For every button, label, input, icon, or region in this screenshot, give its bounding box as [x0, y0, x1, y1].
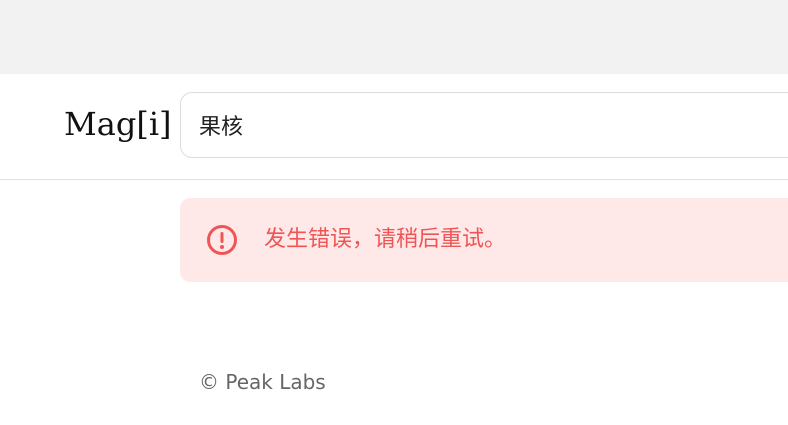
search-box[interactable]: [180, 92, 788, 158]
error-message: 发生错误，请稍后重试。: [264, 227, 507, 252]
browser-top-band: [0, 0, 788, 74]
exclamation-circle-icon: [206, 224, 238, 256]
site-logo[interactable]: Mag[i]: [64, 104, 172, 144]
error-alert: 发生错误，请稍后重试。: [180, 198, 788, 282]
search-input[interactable]: [199, 93, 788, 157]
footer-copyright: © Peak Labs: [199, 370, 326, 394]
